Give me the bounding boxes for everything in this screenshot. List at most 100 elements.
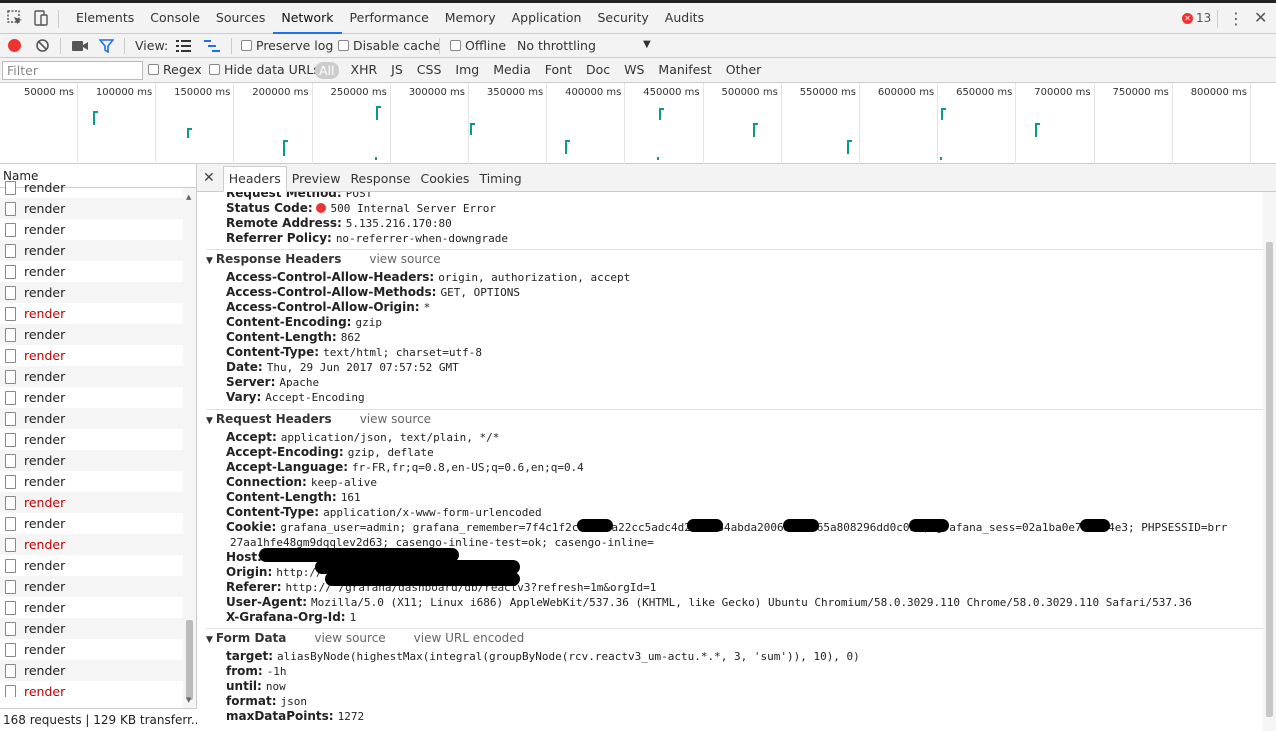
tab-audits[interactable]: Audits [657, 3, 712, 34]
request-row[interactable]: render [0, 492, 183, 513]
filter-icon[interactable] [99, 39, 114, 53]
inspect-icon[interactable] [6, 9, 24, 27]
request-row[interactable]: render [0, 618, 183, 639]
request-list-scrollbar[interactable]: ▲ ▼ [183, 188, 196, 708]
tab-performance[interactable]: Performance [342, 3, 437, 34]
capture-screenshots-icon[interactable] [72, 40, 88, 52]
request-row[interactable]: render [0, 429, 183, 450]
request-row[interactable]: render [0, 576, 183, 597]
file-icon [5, 537, 16, 552]
detail-tab-cookies[interactable]: Cookies [415, 167, 474, 191]
disable-cache-checkbox[interactable]: Disable cache [338, 38, 440, 53]
tab-network[interactable]: Network [273, 3, 342, 34]
tab-console[interactable]: Console [142, 3, 208, 34]
request-row[interactable]: render [0, 660, 183, 681]
section-toggle[interactable]: ▼ Form Data view source view URL encoded [206, 631, 524, 645]
record-icon[interactable] [8, 39, 21, 52]
expand-triangle-icon[interactable]: ▼ [206, 416, 213, 426]
type-filter-doc[interactable]: Doc [584, 62, 612, 79]
error-counter[interactable]: ✕ 13 [1182, 11, 1211, 25]
header-key: Content-Type: [226, 505, 320, 519]
scrollbar-thumb[interactable] [1266, 242, 1273, 717]
file-icon [5, 642, 16, 657]
request-row[interactable]: render [0, 639, 183, 660]
type-filter-font[interactable]: Font [543, 62, 574, 79]
preserve-log-checkbox[interactable]: Preserve log [241, 38, 333, 53]
clear-icon[interactable] [35, 38, 50, 53]
view-source-link[interactable]: view source [360, 412, 431, 426]
header-value: application/json, text/plain, */* [280, 431, 500, 444]
header-row: Status Code: 500 Internal Server Error [226, 201, 496, 215]
offline-checkbox[interactable]: Offline [450, 38, 506, 53]
expand-triangle-icon[interactable]: ▼ [206, 256, 213, 266]
overview-timeline[interactable]: 50000 ms 100000 ms 150000 ms 200000 ms 25000… [0, 83, 1276, 164]
kebab-menu-icon[interactable]: ⋮ [1228, 9, 1244, 28]
request-row[interactable]: render [0, 345, 183, 366]
timeline-request-bar [375, 157, 377, 160]
regex-checkbox[interactable]: Regex [148, 62, 202, 77]
tab-elements[interactable]: Elements [68, 3, 142, 34]
header-row: Server: Apache [226, 375, 319, 389]
dropdown-arrow-icon[interactable]: ▼ [643, 39, 651, 50]
request-row[interactable]: render [0, 555, 183, 576]
tab-memory[interactable]: Memory [437, 3, 504, 34]
scroll-down-icon[interactable]: ▼ [186, 696, 191, 704]
request-row[interactable]: render [0, 261, 183, 282]
detail-scrollbar[interactable] [1263, 192, 1276, 731]
device-toggle-icon[interactable] [32, 9, 50, 27]
request-row[interactable]: render [0, 303, 183, 324]
request-row[interactable]: render [0, 240, 183, 261]
request-row[interactable]: render [0, 450, 183, 471]
type-filter-img[interactable]: Img [453, 62, 481, 79]
timeline-tick-label: 750000 ms [1112, 87, 1169, 98]
header-key: Accept-Encoding: [226, 445, 344, 459]
request-row[interactable]: render [0, 177, 183, 198]
view-source-link[interactable]: view source [314, 631, 385, 645]
request-row[interactable]: render [0, 282, 183, 303]
tab-sources[interactable]: Sources [208, 3, 273, 34]
detail-tab-headers[interactable]: Headers [222, 166, 287, 192]
request-row[interactable]: render [0, 219, 183, 240]
view-source-link[interactable]: view source [369, 252, 440, 266]
type-filter-manifest[interactable]: Manifest [656, 62, 713, 79]
view-url-encoded-link[interactable]: view URL encoded [414, 631, 525, 645]
filter-input[interactable] [2, 61, 143, 80]
type-filter-js[interactable]: JS [389, 62, 405, 79]
type-filter-xhr[interactable]: XHR [349, 62, 380, 79]
request-row[interactable]: render [0, 198, 183, 219]
request-row[interactable]: render [0, 597, 183, 618]
file-icon [5, 579, 16, 594]
request-row[interactable]: render [0, 387, 183, 408]
scroll-up-icon[interactable]: ▲ [186, 193, 191, 201]
tab-application[interactable]: Application [504, 3, 590, 34]
request-row[interactable]: render [0, 513, 183, 534]
type-filter-other[interactable]: Other [724, 62, 764, 79]
request-row[interactable]: render [0, 471, 183, 492]
request-row[interactable]: render [0, 534, 183, 555]
detail-tab-response[interactable]: Response [345, 167, 415, 191]
detail-tab-preview[interactable]: Preview [287, 167, 346, 191]
section-toggle[interactable]: ▼ Response Headers view source [206, 252, 441, 266]
timeline-request-bar [659, 108, 664, 110]
file-icon [5, 180, 16, 195]
file-icon [5, 558, 16, 573]
detail-tab-timing[interactable]: Timing [474, 167, 526, 191]
large-rows-icon[interactable] [176, 40, 191, 52]
request-row[interactable]: render [0, 681, 183, 697]
tab-security[interactable]: Security [589, 3, 656, 34]
throttling-select[interactable]: No throttling [517, 38, 596, 53]
close-icon[interactable]: ✕ [1254, 8, 1267, 27]
waterfall-icon[interactable] [204, 40, 220, 52]
request-row[interactable]: render [0, 408, 183, 429]
request-row[interactable]: render [0, 324, 183, 345]
type-filter-css[interactable]: CSS [415, 62, 444, 79]
hide-data-urls-checkbox[interactable]: Hide data URLs [209, 62, 320, 77]
section-toggle[interactable]: ▼ Request Headers view source [206, 412, 431, 426]
type-filter-media[interactable]: Media [491, 62, 533, 79]
type-filter-ws[interactable]: WS [622, 62, 646, 79]
type-filter-all[interactable]: All [315, 62, 339, 79]
expand-triangle-icon[interactable]: ▼ [206, 635, 213, 645]
close-detail-icon[interactable]: ✕ [203, 170, 215, 186]
scrollbar-thumb[interactable] [186, 620, 193, 700]
request-row[interactable]: render [0, 366, 183, 387]
